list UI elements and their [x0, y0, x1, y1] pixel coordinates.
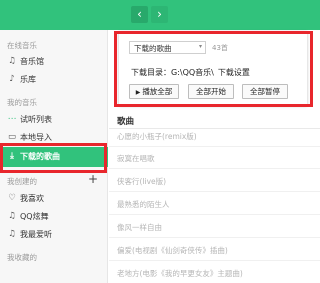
- song-item[interactable]: 偏爱(电视剧《仙剑奇侠传》插曲): [117, 245, 228, 256]
- sidebar-item-qq-dance[interactable]: ♫ QQ炫舞: [0, 208, 108, 225]
- divider: [109, 237, 320, 238]
- divider: [109, 214, 320, 215]
- music-note-icon: ♫: [8, 56, 16, 66]
- playlists-section-title: 我创建的: [7, 177, 37, 186]
- song-item[interactable]: 最熟悉的陌生人: [117, 199, 170, 210]
- sidebar-item-trial-list[interactable]: ⋯ 试听列表: [0, 111, 108, 128]
- heart-icon: ♡: [8, 193, 16, 203]
- song-item[interactable]: 心愿的小瓶子(remix版): [117, 131, 197, 142]
- back-button[interactable]: ‹: [131, 6, 148, 23]
- sidebar-item-favorites[interactable]: ♡ 我喜欢: [0, 190, 108, 207]
- divider: [109, 260, 320, 261]
- my-music-section-title: 我的音乐: [7, 98, 37, 107]
- add-playlist-icon[interactable]: +: [88, 173, 98, 185]
- sidebar-item-label: 音乐馆: [20, 57, 44, 66]
- title-bar: ‹ ›: [0, 0, 320, 30]
- computer-icon: ▭: [7, 132, 17, 142]
- divider: [109, 146, 320, 147]
- song-item[interactable]: 侠客行(live版): [117, 176, 166, 187]
- highlight-box-downloads: [0, 143, 107, 173]
- sidebar-item-library[interactable]: ♪ 乐库: [0, 71, 108, 88]
- song-list-header: 歌曲: [109, 113, 320, 129]
- sidebar-item-label: 我最爱听: [20, 230, 52, 239]
- playlist-icon: ♫: [8, 229, 16, 239]
- sidebar-item-most-loved[interactable]: ♫ 我最爱听: [0, 226, 108, 243]
- trial-list-icon: ⋯: [7, 114, 17, 124]
- sidebar-item-label: QQ炫舞: [20, 212, 49, 221]
- sidebar-item-music-hall[interactable]: ♫ 音乐馆: [0, 53, 108, 70]
- playlist-icon: ♫: [8, 211, 16, 221]
- song-item[interactable]: 像风一样自由: [117, 222, 162, 233]
- song-item[interactable]: 寂寞在唱歌: [117, 153, 155, 164]
- sidebar-item-label: 试听列表: [20, 115, 52, 124]
- divider: [109, 168, 320, 169]
- divider: [109, 191, 320, 192]
- chevron-left-icon: ‹: [137, 7, 142, 21]
- online-section-title: 在线音乐: [7, 41, 37, 50]
- sidebar-item-label: 本地导入: [20, 133, 52, 142]
- sidebar-item-label: 乐库: [20, 75, 36, 84]
- highlight-box-popup: [114, 31, 313, 107]
- song-item[interactable]: 老地方(电影《我的早更女友》主题曲): [117, 268, 243, 279]
- forward-button[interactable]: ›: [151, 6, 168, 23]
- favorites-section-title: 我收藏的: [7, 253, 37, 262]
- chevron-right-icon: ›: [157, 7, 162, 21]
- song-column-header[interactable]: 歌曲: [117, 115, 134, 127]
- sidebar-item-label: 我喜欢: [20, 194, 44, 203]
- headphones-icon: ♪: [9, 74, 15, 84]
